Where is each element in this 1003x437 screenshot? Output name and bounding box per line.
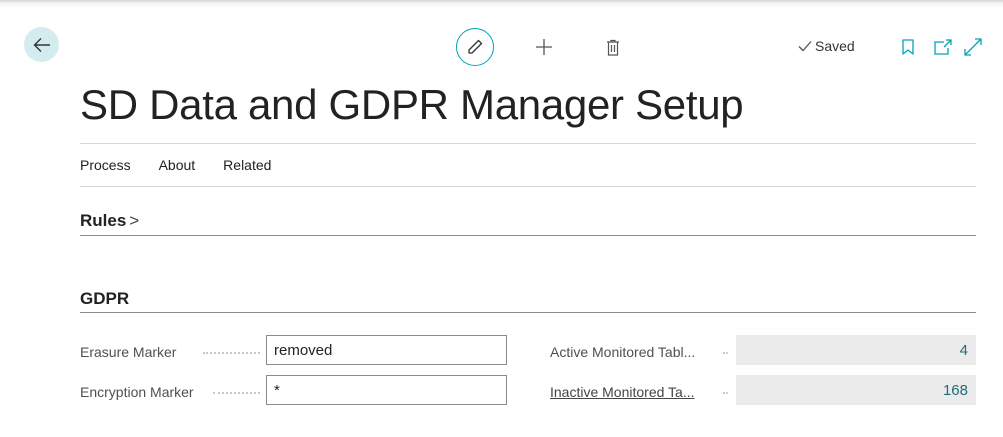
section-divider — [80, 235, 976, 236]
new-button[interactable] — [533, 36, 555, 58]
check-icon — [798, 41, 812, 52]
bookmark-button[interactable] — [900, 37, 916, 57]
erasure-marker-label: Erasure Marker — [80, 344, 177, 360]
menu-item-process[interactable]: Process — [80, 157, 131, 173]
trash-icon — [607, 39, 619, 56]
erasure-marker-input[interactable]: removed — [266, 335, 507, 365]
menu-item-related[interactable]: Related — [223, 157, 271, 173]
rules-title: Rules — [80, 211, 127, 230]
bookmark-icon — [902, 39, 914, 55]
section-divider — [80, 312, 976, 313]
inactive-monitored-tables-link[interactable]: Inactive Monitored Ta... — [550, 384, 694, 400]
encryption-marker-input[interactable]: * — [266, 375, 507, 405]
leader-dots — [723, 351, 728, 354]
rules-section-header[interactable]: Rules > — [80, 211, 139, 231]
inactive-monitored-tables-value: 168 — [736, 375, 976, 405]
leader-dots — [723, 391, 728, 394]
delete-button[interactable] — [603, 36, 623, 58]
divider — [80, 186, 976, 187]
menu-item-about[interactable]: About — [159, 157, 196, 173]
open-new-window-button[interactable] — [933, 37, 953, 57]
chevron-right-icon: > — [129, 211, 140, 230]
active-monitored-tables-label: Active Monitored Tabl... — [550, 344, 696, 360]
action-menu: Process About Related — [80, 157, 299, 173]
edit-button[interactable] — [456, 28, 494, 66]
gdpr-title: GDPR — [80, 289, 130, 308]
pencil-icon — [468, 39, 483, 54]
page-title: SD Data and GDPR Manager Setup — [80, 81, 744, 128]
active-monitored-tables-value: 4 — [736, 335, 976, 365]
encryption-marker-label: Encryption Marker — [80, 384, 194, 400]
saved-label: Saved — [815, 38, 855, 54]
window-top-edge — [0, 0, 1003, 8]
leader-dots — [203, 351, 260, 354]
saved-status: Saved — [798, 38, 855, 54]
divider — [80, 143, 976, 144]
arrow-left-icon — [33, 37, 50, 52]
gdpr-section-header[interactable]: GDPR — [80, 289, 129, 309]
plus-icon — [536, 39, 552, 55]
back-button[interactable] — [24, 27, 59, 62]
leader-dots — [213, 391, 260, 394]
expand-icon — [964, 38, 982, 56]
open-new-window-icon — [934, 39, 952, 55]
expand-button[interactable] — [962, 36, 984, 58]
